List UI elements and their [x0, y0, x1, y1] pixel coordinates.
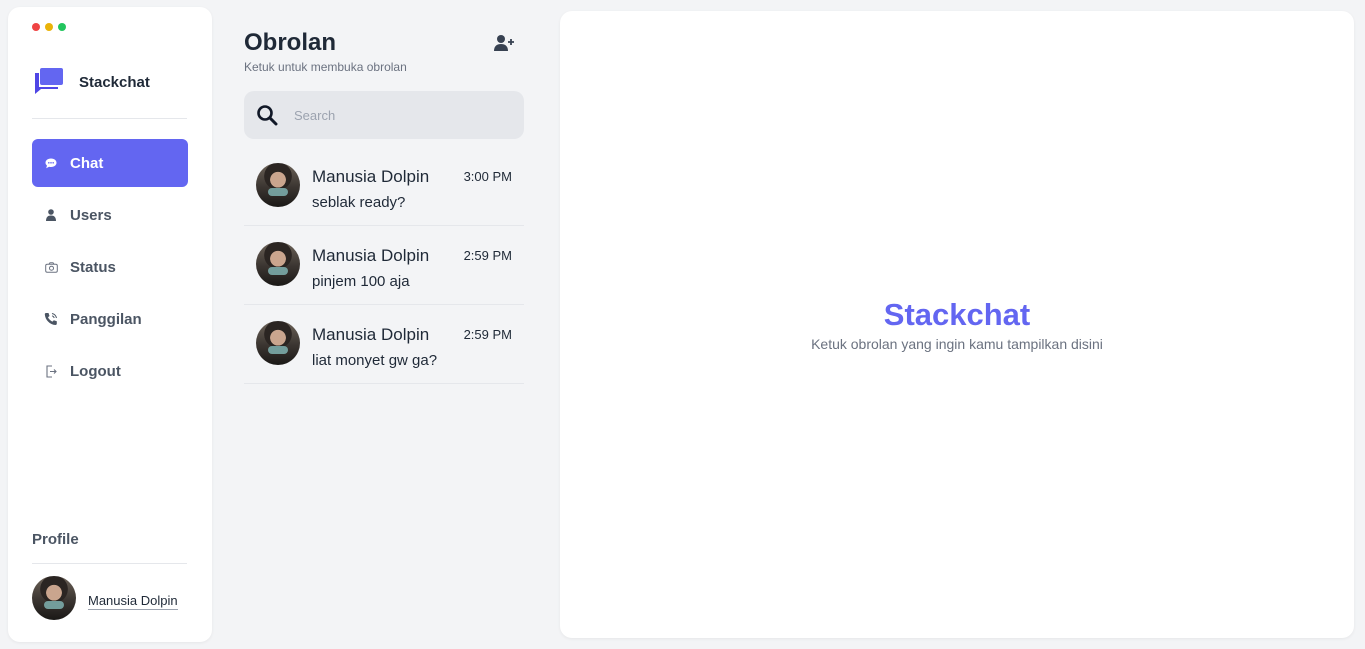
chat-list-item[interactable]: Manusia Dolpin pinjem 100 aja 2:59 PM [244, 226, 524, 305]
brand: Stackchat [32, 65, 150, 99]
sidebar-item-label: Panggilan [70, 310, 142, 328]
chat-last-message: pinjem 100 aja [312, 273, 410, 290]
profile-heading: Profile [32, 531, 79, 548]
chat-bubble-icon [44, 156, 58, 170]
add-user-button[interactable] [494, 34, 516, 54]
search-bar [244, 91, 524, 139]
chat-list-panel: Obrolan Ketuk untuk membuka obrolan Manu… [244, 0, 524, 649]
empty-state: Stackchat Ketuk obrolan yang ingin kamu … [560, 296, 1354, 352]
page-subtitle: Ketuk untuk membuka obrolan [244, 60, 407, 74]
profile-card[interactable]: Manusia Dolpin [32, 576, 178, 620]
sidebar: Stackchat Chat Users Status Panggilan Lo… [8, 7, 212, 642]
chat-contact-name: Manusia Dolpin [312, 167, 430, 186]
sidebar-item-panggilan[interactable]: Panggilan [32, 295, 188, 343]
conversation-panel: Stackchat Ketuk obrolan yang ingin kamu … [560, 11, 1354, 638]
avatar [256, 163, 300, 207]
chat-timestamp: 3:00 PM [463, 169, 512, 184]
sidebar-item-users[interactable]: Users [32, 191, 188, 239]
minimize-window-button[interactable] [45, 23, 53, 31]
sidebar-item-chat[interactable]: Chat [32, 139, 188, 187]
user-icon [44, 208, 58, 222]
search-icon [257, 105, 278, 126]
phone-icon [44, 312, 58, 326]
chat-contact-name: Manusia Dolpin [312, 325, 430, 344]
chat-logo-icon [32, 65, 66, 99]
search-input[interactable] [294, 107, 504, 123]
chat-last-message: seblak ready? [312, 194, 406, 211]
avatar [32, 576, 76, 620]
chat-list-item[interactable]: Manusia Dolpin seblak ready? 3:00 PM [244, 147, 524, 226]
page-title: Obrolan [244, 29, 337, 56]
avatar [256, 321, 300, 365]
profile-name-link[interactable]: Manusia Dolpin [88, 593, 178, 610]
camera-icon [44, 260, 58, 274]
divider [32, 118, 187, 119]
window-controls [32, 23, 66, 31]
chat-last-message: liat monyet gw ga? [312, 352, 438, 369]
sidebar-item-label: Logout [70, 362, 121, 380]
chat-contact-name: Manusia Dolpin [312, 246, 430, 265]
empty-state-subtitle: Ketuk obrolan yang ingin kamu tampilkan … [811, 336, 1103, 352]
maximize-window-button[interactable] [58, 23, 66, 31]
sidebar-item-status[interactable]: Status [32, 243, 188, 291]
chat-timestamp: 2:59 PM [463, 248, 512, 263]
close-window-button[interactable] [32, 23, 40, 31]
sidebar-item-label: Chat [70, 154, 104, 172]
chat-list-item[interactable]: Manusia Dolpin liat monyet gw ga? 2:59 P… [244, 305, 524, 384]
chat-list: Manusia Dolpin seblak ready? 3:00 PM Man… [244, 147, 524, 384]
sidebar-nav: Chat Users Status Panggilan Logout [32, 139, 188, 399]
empty-state-title: Stackchat [883, 297, 1031, 332]
add-user-icon [494, 35, 514, 51]
sidebar-item-label: Users [70, 206, 112, 224]
divider [32, 563, 187, 564]
avatar [256, 242, 300, 286]
sidebar-item-logout[interactable]: Logout [32, 347, 188, 395]
chat-timestamp: 2:59 PM [463, 327, 512, 342]
sidebar-item-label: Status [70, 258, 116, 276]
brand-name: Stackchat [79, 73, 150, 91]
logout-icon [44, 364, 58, 378]
